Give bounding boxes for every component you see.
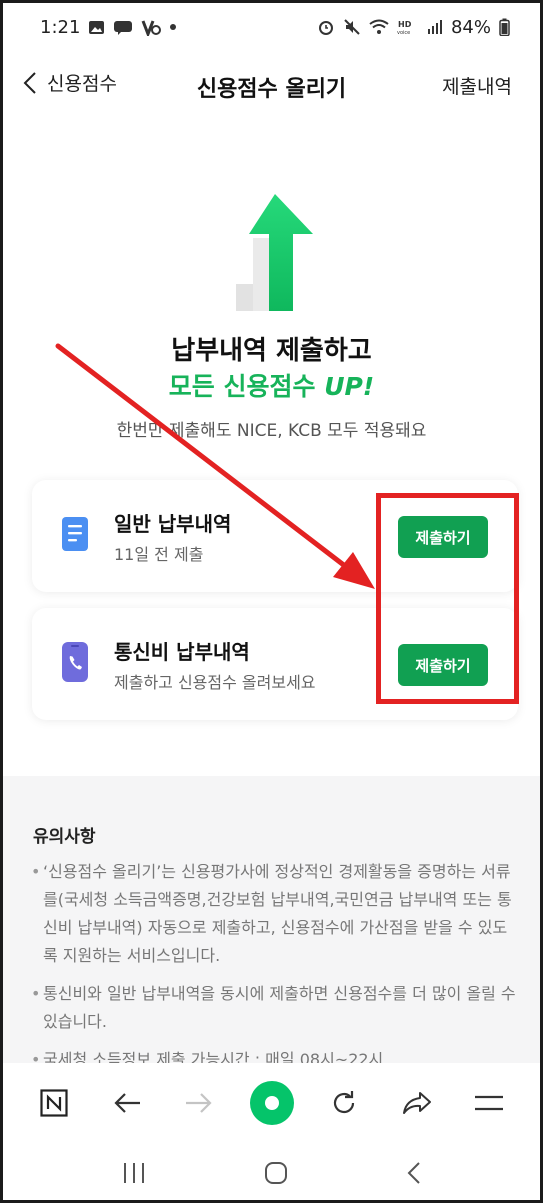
notice-title: 유의사항 [33,827,96,847]
battery-percent: 84% [450,16,491,38]
red-highlight-box [376,493,519,704]
refresh-icon[interactable] [321,1080,367,1126]
blog-notification-icon [113,20,133,35]
hero-title: 납부내역 제출하고 [171,336,372,366]
wifi-icon [369,19,389,35]
signal-icon [427,19,443,35]
card-subtitle: 11일 전 제출 [114,545,204,564]
hero-subtitle-emphasis: UP! [324,372,375,401]
notice-list: ‘신용점수 올리기’는 신용평가사에 정상적인 경제활동을 증명하는 서류를(국… [31,858,521,1084]
battery-icon [499,18,510,36]
mute-icon [343,18,361,36]
notice-item: 통신비와 일반 납부내역을 동시에 제출하면 신용점수를 더 많이 올릴 수 있… [31,980,521,1036]
system-nav-bar [3,1143,540,1200]
hero-subtitle-prefix: 모든 신용점수 [168,372,325,401]
app-header: 신용점수 신용점수 올리기 제출내역 [3,53,540,119]
notice-item: ‘신용점수 올리기’는 신용평가사에 정상적인 경제활동을 증명하는 서류를(국… [31,858,521,970]
app-notification-icon [141,19,162,36]
naver-n-icon[interactable] [31,1080,77,1126]
hero-description: 한번만 제출해도 NICE, KCB 모두 적용돼요 [116,421,427,441]
notice-section: 유의사항 ‘신용점수 올리기’는 신용평가사에 정상적인 경제활동을 증명하는 … [3,776,540,1091]
back-nav-icon[interactable] [407,1161,421,1189]
card-subtitle: 제출하고 신용점수 올려보세요 [114,673,316,692]
screen: 1:21 HD voice 84% 신용점수 신용점수 올리기 제출내역 납부내… [0,0,543,1203]
score-up-arrow-icon [233,191,318,313]
home-button[interactable] [249,1080,295,1126]
svg-text:HD: HD [398,20,412,29]
card-title: 통신비 납부내역 [114,640,250,664]
gallery-notification-icon [88,20,105,35]
document-icon [62,514,88,554]
menu-icon[interactable] [466,1080,512,1126]
arrow-left-icon[interactable] [104,1080,150,1126]
share-icon[interactable] [394,1080,440,1126]
dot-icon [169,23,177,31]
browser-toolbar [3,1063,540,1143]
hero-subtitle: 모든 신용점수 UP! [3,367,540,403]
home-nav-icon[interactable] [264,1161,288,1189]
card-title: 일반 납부내역 [114,512,232,536]
status-bar: 1:21 HD voice 84% [3,3,540,51]
svg-text:voice: voice [397,30,410,35]
submission-history-link[interactable]: 제출내역 [442,72,512,99]
status-left: 1:21 [40,17,177,38]
recent-apps-icon[interactable] [122,1162,146,1188]
phone-icon [62,642,88,682]
naver-home-icon [249,1081,294,1125]
alarm-icon [317,18,335,36]
arrow-right-icon[interactable] [176,1080,222,1126]
status-right: HD voice 84% [317,17,510,38]
status-time: 1:21 [40,16,81,38]
hd-voice-icon: HD voice [397,19,419,35]
